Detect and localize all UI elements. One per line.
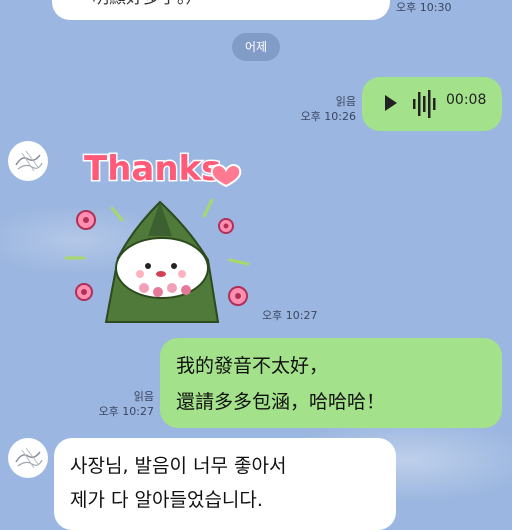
voice-duration: 00:08	[446, 92, 487, 108]
voice-message-bubble[interactable]: 00:08	[362, 77, 502, 131]
sticker-thanks-text: Thanks	[84, 149, 221, 189]
play-icon[interactable]	[384, 94, 398, 112]
message-line: 제가 다 알아들었습니다.	[70, 489, 263, 511]
message-time: 오후 10:26	[300, 110, 356, 123]
contact-avatar[interactable]	[8, 141, 48, 181]
thanks-sticker[interactable]: Thanks	[62, 140, 262, 330]
voice-message-meta: 읽음 오후 10:26	[290, 94, 356, 124]
message-line: 還請多多包涵，哈哈哈！	[176, 391, 386, 413]
read-receipt: 읽음	[335, 95, 356, 108]
avatar-sketch-icon	[15, 447, 43, 469]
message-time: 오후 10:30	[396, 1, 452, 14]
contact-avatar[interactable]	[8, 438, 48, 478]
read-receipt: 읽음	[133, 390, 154, 403]
message-line: 사장님, 발음이 너무 좋아서	[70, 455, 287, 477]
received-message-bubble[interactable]: 사장님, 발음이 너무 좋아서 제가 다 알아들었습니다.	[54, 438, 396, 530]
avatar-sketch-icon	[15, 150, 43, 172]
sent-message-meta: 읽음 오후 10:27	[90, 389, 154, 419]
message-time: 오후 10:27	[262, 309, 318, 322]
sticker-image: Thanks	[64, 148, 250, 323]
waveform-icon	[413, 90, 436, 118]
message-time: 오후 10:27	[98, 405, 154, 418]
sent-message-bubble[interactable]: 我的發音不太好， 還請多多包涵，哈哈哈！	[160, 338, 502, 428]
date-separator: 어제	[232, 33, 280, 61]
received-message-bubble[interactable]: 明顯好多了。）	[52, 0, 390, 20]
message-line: 我的發音不太好，	[176, 355, 329, 377]
message-text: 明顯好多了。）	[92, 0, 203, 14]
